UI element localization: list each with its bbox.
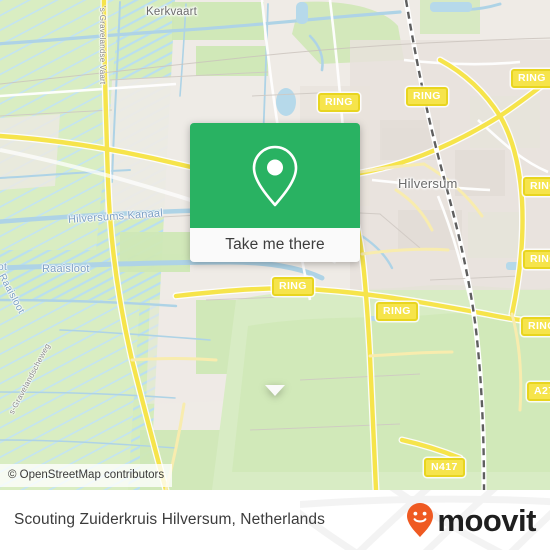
location-callout-card[interactable]: Take me there bbox=[190, 123, 360, 396]
callout-pointer-tail bbox=[265, 385, 285, 396]
moovit-logo[interactable]: moovit bbox=[405, 502, 536, 538]
road-shield-ring-7: RING bbox=[523, 250, 550, 269]
moovit-wordmark: moovit bbox=[437, 502, 536, 538]
footer-bar: Scouting Zuiderkruis Hilversum, Netherla… bbox=[0, 490, 550, 550]
callout-action-bar[interactable]: Take me there bbox=[190, 228, 360, 262]
moovit-smiley-pin-icon bbox=[407, 503, 434, 537]
osm-attribution[interactable]: © OpenStreetMap contributors bbox=[0, 464, 173, 487]
road-shield-ring-8: RING bbox=[521, 317, 550, 336]
road-shield-ring-1: RING bbox=[318, 93, 360, 112]
road-shield-ring-2: RING bbox=[406, 87, 448, 106]
place-label-hilversum: Hilversum bbox=[398, 176, 458, 191]
road-shield-ring-3: RING bbox=[511, 69, 550, 88]
callout-icon-area bbox=[190, 123, 360, 228]
map-pin-icon bbox=[252, 145, 298, 206]
road-shield-ring-4: RING bbox=[272, 277, 314, 296]
take-me-there-label: Take me there bbox=[225, 236, 325, 253]
street-label-gravelandse-vaart: 's-Gravelandse Vaart bbox=[98, 6, 107, 85]
moovit-location-screenshot: Hilversum Kerkvaart Hilversums Kanaal Ra… bbox=[0, 0, 550, 550]
road-shield-ring-6: RING bbox=[523, 177, 550, 196]
water-label-raaisloot: Raaisloot bbox=[42, 263, 90, 275]
road-shield-a27: A27 bbox=[527, 382, 550, 401]
road-shield-ring-5: RING bbox=[376, 302, 418, 321]
place-label-kerkvaart: Kerkvaart bbox=[146, 6, 198, 18]
location-title: Scouting Zuiderkruis Hilversum, Netherla… bbox=[14, 511, 325, 528]
road-shield-n417: N417 bbox=[424, 458, 465, 477]
